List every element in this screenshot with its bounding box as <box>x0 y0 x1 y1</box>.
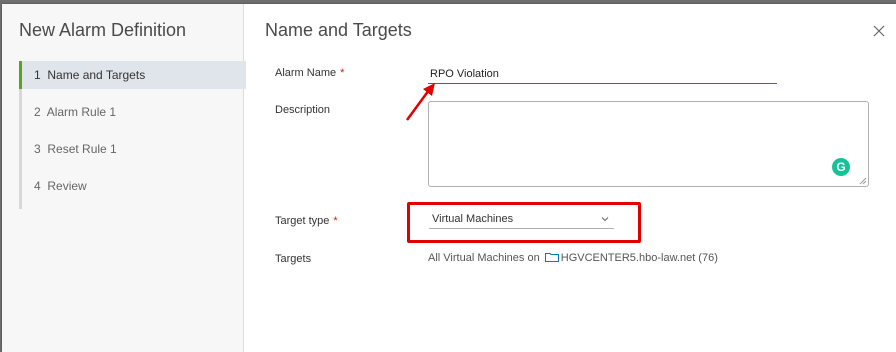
target-type-value: Virtual Machines <box>432 213 514 225</box>
wizard-steps: 1 Name and Targets 2 Alarm Rule 1 3 Rese… <box>19 61 246 209</box>
resize-grip-icon[interactable] <box>859 177 867 185</box>
step-number: 1 <box>34 68 41 82</box>
wizard-title: New Alarm Definition <box>19 20 187 40</box>
alarm-name-input[interactable] <box>428 65 777 84</box>
new-alarm-dialog: New Alarm Definition 1 Name and Targets … <box>2 4 896 352</box>
step-label: Name and Targets <box>47 68 146 82</box>
required-mark: * <box>333 215 338 227</box>
step-review[interactable]: 4 Review <box>22 172 246 200</box>
folder-icon <box>544 253 559 262</box>
target-type-label-text: Target type <box>275 215 330 227</box>
step-number: 4 <box>34 179 41 193</box>
alarm-name-label: Alarm Name * <box>275 67 344 79</box>
annotation-arrow-icon <box>405 83 435 121</box>
target-type-label: Target type * <box>275 215 338 227</box>
targets-value: All Virtual Machines on HGVCENTER5.hbo-l… <box>428 252 718 264</box>
step-label: Review <box>47 179 87 193</box>
wizard-sidebar: New Alarm Definition 1 Name and Targets … <box>2 4 246 352</box>
step-label: Reset Rule 1 <box>47 142 117 156</box>
chevron-down-icon <box>601 217 609 222</box>
targets-prefix: All Virtual Machines on <box>428 252 540 264</box>
step-alarm-rule-1[interactable]: 2 Alarm Rule 1 <box>22 98 246 126</box>
targets-vcenter-link[interactable]: HGVCENTER5.hbo-law.net (76) <box>561 252 718 264</box>
grammarly-icon[interactable]: G <box>832 158 850 176</box>
step-label: Alarm Rule 1 <box>46 105 117 119</box>
required-mark: * <box>340 67 345 79</box>
step-reset-rule-1[interactable]: 3 Reset Rule 1 <box>22 135 246 163</box>
targets-label: Targets <box>275 253 312 265</box>
step-number: 2 <box>34 105 41 119</box>
page-title: Name and Targets <box>265 20 412 40</box>
close-icon <box>873 25 885 37</box>
step-number: 3 <box>34 142 41 156</box>
description-textarea[interactable]: G <box>428 101 869 187</box>
close-button[interactable] <box>872 24 886 38</box>
wizard-content: Name and Targets Alarm Name* Description… <box>244 4 896 352</box>
target-type-select[interactable]: Virtual Machines <box>429 210 614 229</box>
step-name-and-targets[interactable]: 1 Name and Targets <box>19 61 246 89</box>
description-label: Description <box>275 104 331 116</box>
alarm-name-label-text: Alarm Name <box>275 67 337 79</box>
